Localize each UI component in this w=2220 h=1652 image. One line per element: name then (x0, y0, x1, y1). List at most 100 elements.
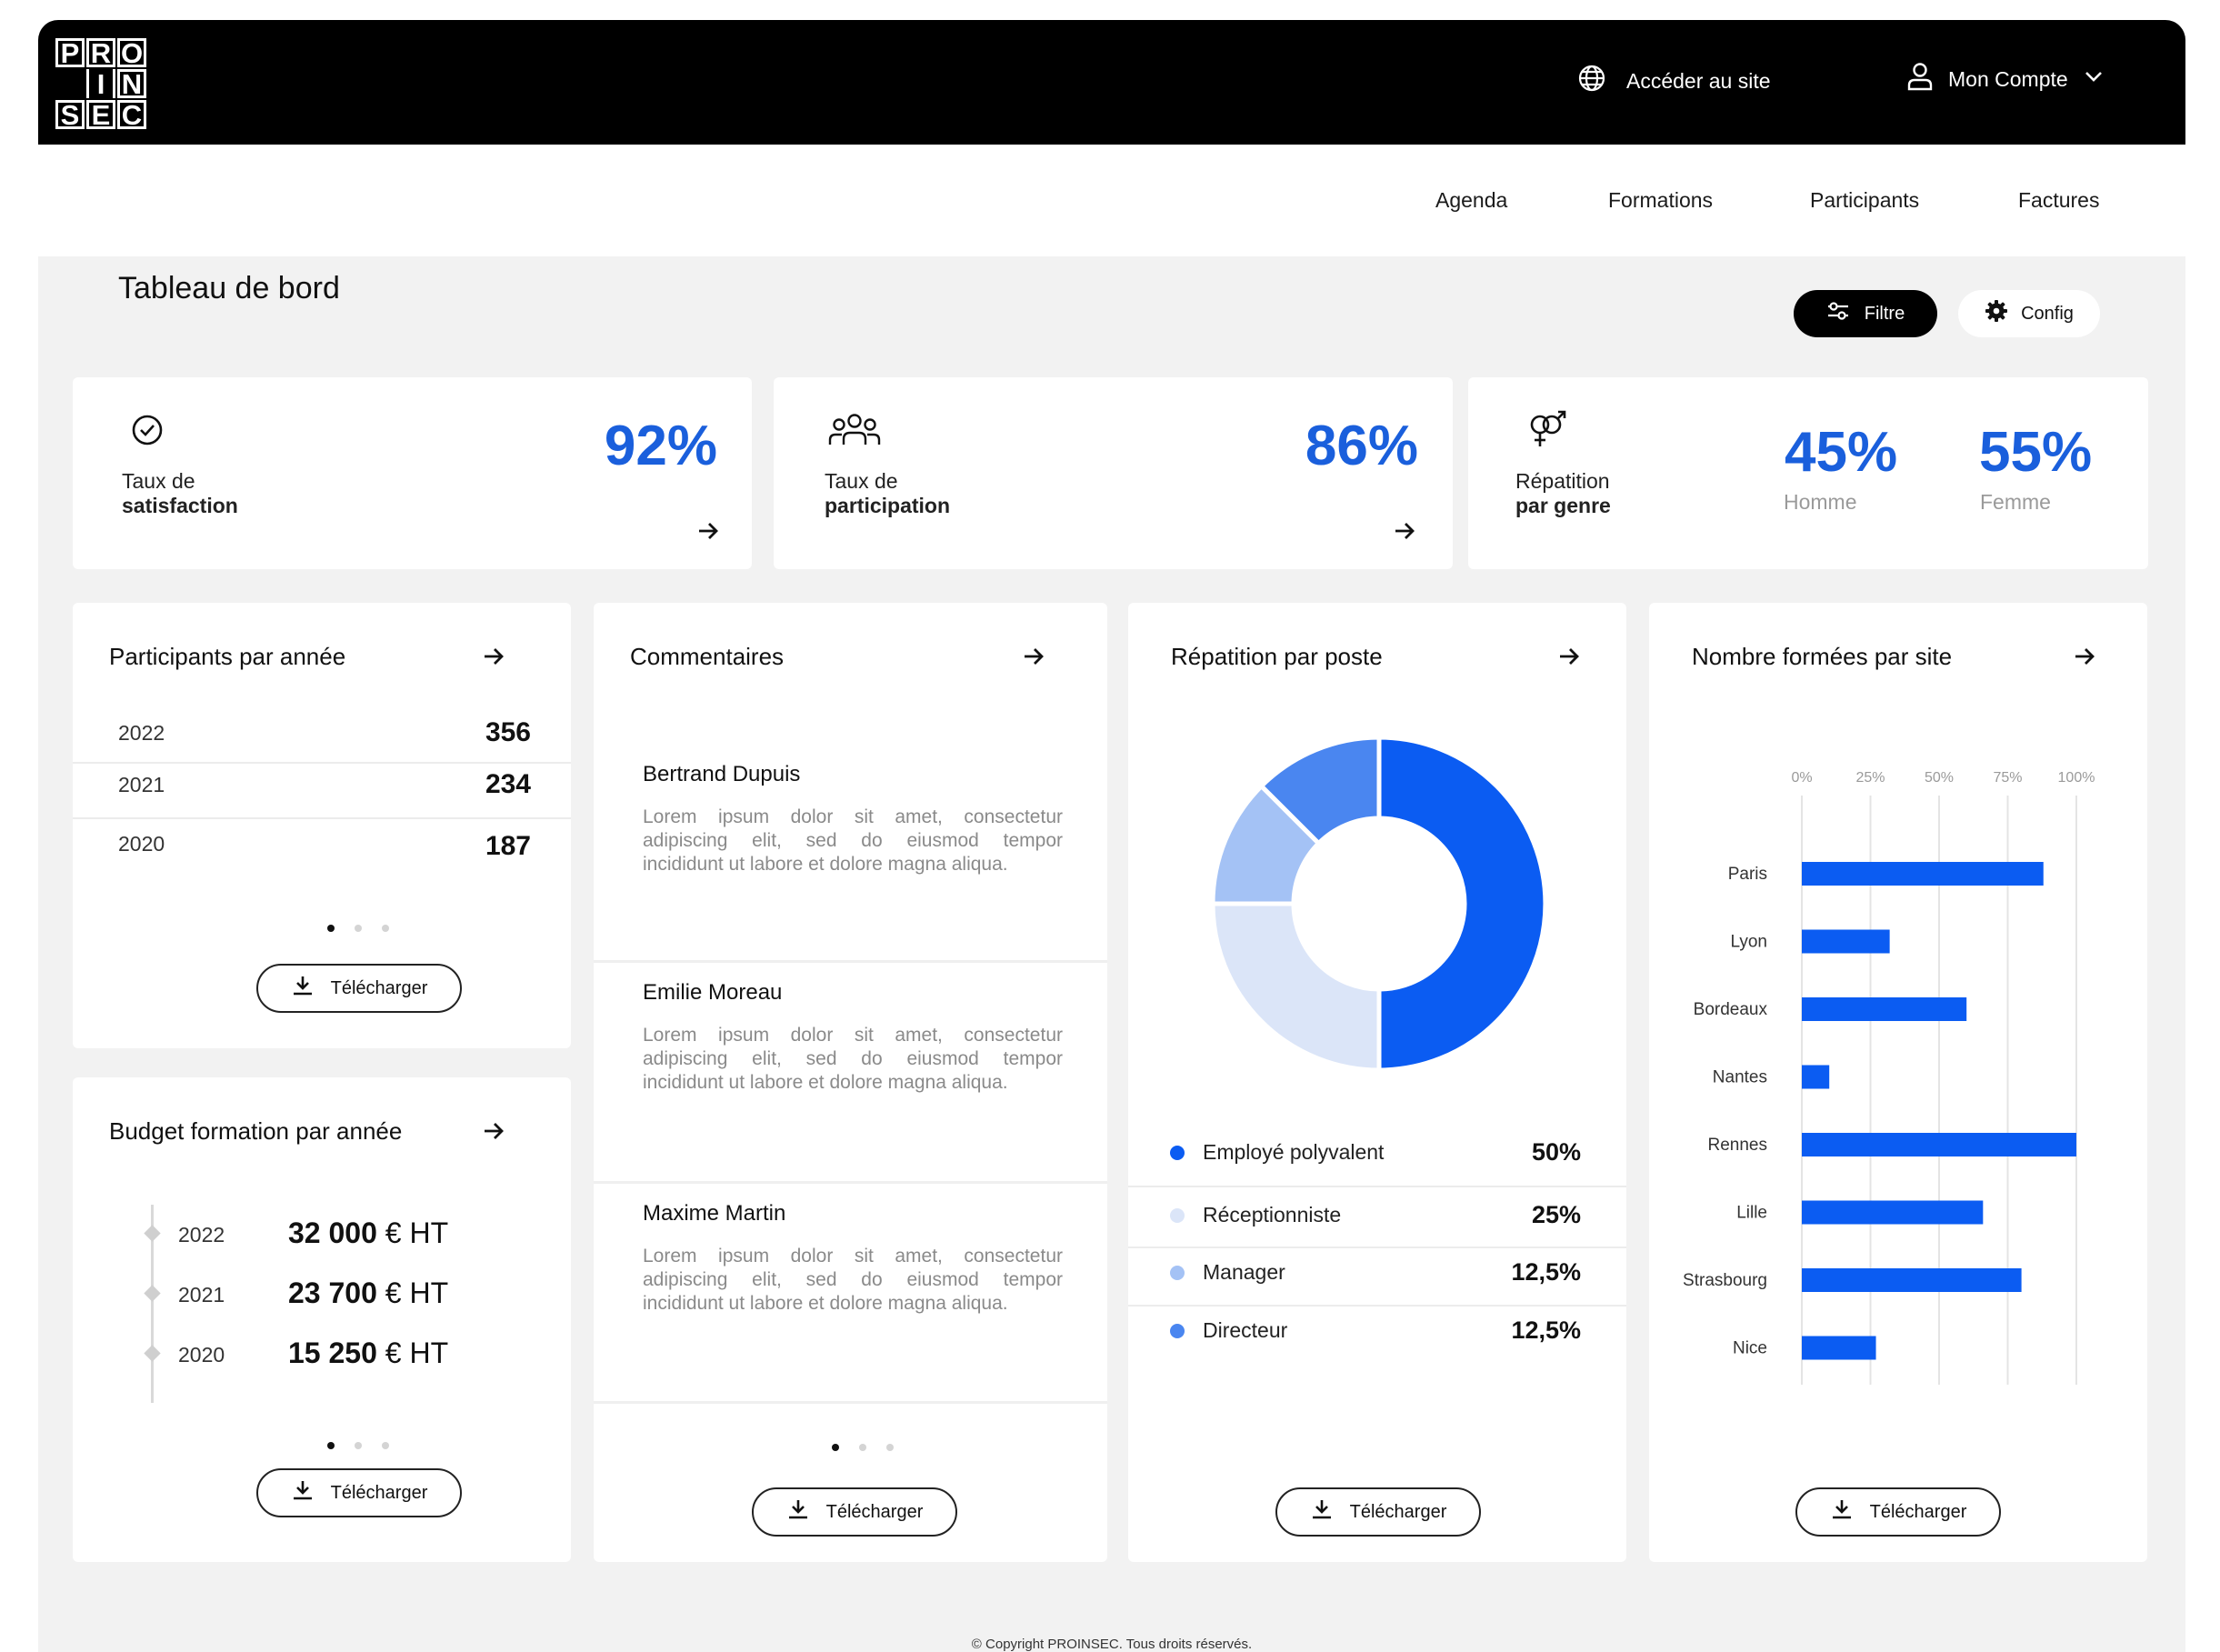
y-tick-label: Strasbourg (1683, 1271, 1767, 1290)
download-icon (786, 1497, 810, 1527)
kpi-satisfaction-value: 92% (604, 415, 717, 477)
budget-year: 2022 (178, 1223, 225, 1247)
footer-copyright: © Copyright PROINSEC. Tous droits réserv… (971, 1637, 1253, 1652)
kpi-participation-card[interactable]: Taux de participation 86% (774, 377, 1453, 569)
download-icon (1310, 1497, 1334, 1527)
logo-letter: C (117, 100, 146, 129)
pagination-dots[interactable] (832, 1444, 894, 1451)
arrow-right-icon[interactable] (1022, 645, 1045, 673)
legend-label: Réceptionniste (1203, 1203, 1342, 1226)
budget-card: Budget formation par année 2022 32 000 €… (73, 1077, 571, 1562)
legend-swatch (1170, 1146, 1185, 1160)
download-button[interactable]: Télécharger (256, 1468, 462, 1517)
filter-button[interactable]: Filtre (1794, 290, 1937, 337)
kpi-participation-label: Taux de participation (825, 469, 951, 517)
comments-title: Commentaires (630, 643, 785, 670)
download-button[interactable]: Télécharger (1795, 1487, 2001, 1537)
participants-year: 2022 (118, 721, 165, 745)
download-label: Télécharger (825, 1501, 924, 1522)
download-icon (1830, 1497, 1854, 1527)
account-label: Mon Compte (1948, 66, 2068, 91)
kpi-homme-label: Homme (1784, 490, 1857, 514)
comment-author: Maxime Martin (643, 1201, 786, 1226)
pagination-dots[interactable] (327, 925, 389, 932)
comment-text: Lorem ipsum dolor sit amet, consectetur (643, 1025, 1063, 1046)
nav-factures[interactable]: Factures (2018, 188, 2099, 213)
kpi-satisfaction-card[interactable]: Taux de satisfaction 92% (73, 377, 752, 569)
bar[interactable] (1802, 1200, 1984, 1225)
bar[interactable] (1802, 929, 1890, 954)
bar[interactable] (1802, 1336, 1876, 1360)
kpi-femme-label: Femme (1980, 490, 2051, 514)
pagination-dots[interactable] (327, 1442, 389, 1449)
logo-letter: E (86, 100, 115, 129)
comment-text: adipiscing elit, sed do eiusmod tempor (643, 830, 1063, 851)
x-tick-label: 100% (2058, 770, 2095, 786)
download-button[interactable]: Télécharger (752, 1487, 957, 1537)
comment-text: incididunt ut labore et dolore magna ali… (643, 1293, 1008, 1314)
participants-year: 2020 (118, 832, 165, 856)
x-tick-label: 75% (1993, 770, 2022, 786)
download-label: Télécharger (1349, 1501, 1447, 1522)
kpi-genre-card[interactable]: Répatition par genre 45% Homme 55% Femme (1468, 377, 2148, 569)
participants-title: Participants par année (109, 643, 346, 670)
x-tick-label: 50% (1925, 770, 1954, 786)
legend-row: Directeur 12,5% (1128, 1298, 1626, 1357)
download-label: Télécharger (330, 1482, 428, 1503)
bar[interactable] (1802, 1133, 2076, 1156)
x-tick-label: 25% (1855, 770, 1885, 786)
site-link[interactable]: Accéder au site (1577, 64, 1771, 98)
user-icon (1906, 62, 1934, 96)
sites-card: Nombre formées par site 0% 25% 50% 75% 100% P… (1649, 603, 2147, 1562)
bar[interactable] (1802, 862, 2044, 886)
download-label: Télécharger (330, 977, 428, 998)
logo-letter: S (55, 100, 85, 129)
x-tick-label: 0% (1791, 770, 1812, 786)
arrow-right-icon[interactable] (1393, 519, 1416, 547)
comment-author: Bertrand Dupuis (643, 762, 801, 786)
arrow-right-icon[interactable] (482, 1119, 505, 1147)
legend-row: Manager 12,5% (1128, 1240, 1626, 1298)
logo-letter: P (55, 38, 85, 67)
y-tick-label: Nantes (1713, 1068, 1767, 1087)
nav-agenda[interactable]: Agenda (1435, 188, 1507, 213)
arrow-right-icon[interactable] (482, 645, 505, 673)
y-tick-label: Rennes (1708, 1136, 1768, 1155)
kpi-femme-value: 55% (1979, 421, 2093, 484)
legend-label: Employé polyvalent (1203, 1140, 1385, 1164)
comment-text: incididunt ut labore et dolore magna ali… (643, 854, 1008, 875)
donut-chart[interactable] (1211, 736, 1547, 1072)
arrow-right-icon[interactable] (696, 519, 720, 547)
config-button[interactable]: Config (1958, 290, 2100, 337)
gender-icon (1525, 410, 1568, 455)
donut-slice[interactable] (1376, 736, 1547, 1072)
comment-divider (594, 960, 1107, 963)
bar[interactable] (1802, 1268, 2022, 1292)
y-tick-label: Nice (1733, 1339, 1767, 1358)
logo-letter: O (117, 38, 146, 67)
nav-participants[interactable]: Participants (1810, 188, 1919, 213)
page-title: Tableau de bord (118, 271, 340, 305)
download-button[interactable]: Télécharger (1275, 1487, 1481, 1537)
participants-row: 2021 234 (73, 769, 571, 827)
kpi-satisfaction-label: Taux de satisfaction (122, 469, 238, 517)
nav-formations[interactable]: Formations (1608, 188, 1713, 213)
download-button[interactable]: Télécharger (256, 964, 462, 1013)
y-tick-label: Paris (1728, 865, 1767, 884)
arrow-right-icon[interactable] (1557, 645, 1581, 673)
bar[interactable] (1802, 997, 1967, 1021)
legend-row: Réceptionniste 25% (1128, 1183, 1626, 1241)
donut-slice[interactable] (1211, 901, 1382, 1072)
budget-title: Budget formation par année (109, 1117, 403, 1145)
main-nav: Agenda Formations Participants Factures (38, 145, 2185, 256)
account-menu[interactable]: Mon Compte (1906, 62, 2105, 96)
logo-letter: N (117, 69, 146, 98)
top-header: P R O I N S E C Accéder au site Mon Comp… (38, 20, 2185, 145)
y-tick-label: Bordeaux (1694, 1000, 1768, 1019)
sites-bar-chart[interactable]: 0% 25% 50% 75% 100% Paris Lyon Bordeaux Nantes Re… (1649, 603, 2147, 1403)
proinsec-logo[interactable]: P R O I N S E C (55, 38, 146, 129)
participants-count: 187 (485, 831, 531, 861)
sliders-icon (1826, 301, 1850, 326)
comment-text: adipiscing elit, sed do eiusmod tempor (643, 1269, 1063, 1290)
bar[interactable] (1802, 1065, 1830, 1089)
